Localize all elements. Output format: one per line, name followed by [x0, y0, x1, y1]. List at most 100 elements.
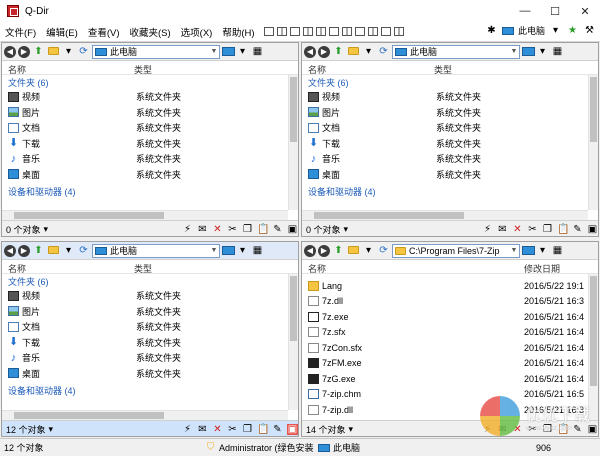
- lightning-icon[interactable]: ⚡: [182, 424, 193, 435]
- column-name[interactable]: 名称: [308, 262, 326, 275]
- address-bar[interactable]: 此电脑 ▼: [92, 243, 220, 258]
- forward-icon[interactable]: ▶: [318, 45, 330, 58]
- new-folder-icon[interactable]: [47, 244, 60, 257]
- copy-icon[interactable]: ❐: [542, 224, 553, 235]
- view-button[interactable]: ▾: [522, 244, 549, 257]
- list-item[interactable]: 图片 系统文件夹: [302, 105, 598, 121]
- list-item[interactable]: 视频 系统文件夹: [302, 89, 598, 105]
- group-header-folders[interactable]: 文件夹 (6): [302, 75, 598, 89]
- pane-menu-icon[interactable]: ▦: [551, 244, 564, 257]
- back-icon[interactable]: ◀: [4, 45, 16, 58]
- group-header-devices[interactable]: 设备和驱动器 (4): [302, 184, 598, 198]
- object-count[interactable]: 12 个对象 ▾: [2, 423, 53, 436]
- list-item[interactable]: 桌面 系统文件夹: [2, 167, 298, 183]
- forward-icon[interactable]: ▶: [18, 244, 30, 257]
- mail-icon[interactable]: ✉: [497, 224, 508, 235]
- forward-icon[interactable]: ▶: [318, 244, 330, 257]
- list-item[interactable]: ♪ 音乐 系统文件夹: [2, 350, 298, 366]
- layout-3f-icon[interactable]: [393, 27, 404, 36]
- up-folder-icon[interactable]: ⬆: [32, 45, 45, 58]
- refresh-icon[interactable]: ⟳: [377, 244, 390, 257]
- menu-file[interactable]: 文件(F): [0, 25, 41, 39]
- address-bar[interactable]: 此电脑 ▼: [92, 44, 220, 59]
- file-row[interactable]: 7z.exe 2016/5/21 16:4: [302, 309, 598, 325]
- list-item[interactable]: 文档 系统文件夹: [2, 319, 298, 335]
- group-header-folders[interactable]: 文件夹 (6): [2, 274, 298, 288]
- address-bar[interactable]: 此电脑 ▼: [392, 44, 520, 59]
- pane-menu-icon[interactable]: ▦: [251, 45, 264, 58]
- cut-icon[interactable]: ✂: [527, 224, 538, 235]
- menu-help[interactable]: 帮助(H): [217, 25, 259, 39]
- group-header-folders[interactable]: 文件夹 (6): [2, 75, 298, 89]
- layout-2-vertical-icon[interactable]: [276, 27, 287, 36]
- file-row[interactable]: 7z.dll 2016/5/21 16:3: [302, 294, 598, 310]
- layout-2-horizontal-icon[interactable]: [289, 27, 300, 36]
- up-folder-icon[interactable]: ⬆: [332, 45, 345, 58]
- list-item[interactable]: 视频 系统文件夹: [2, 288, 298, 304]
- mail-icon[interactable]: ✉: [197, 424, 208, 435]
- file-row[interactable]: 7z.sfx 2016/5/21 16:4: [302, 325, 598, 341]
- delete-icon[interactable]: ✕: [512, 224, 523, 235]
- refresh-icon[interactable]: ⟳: [377, 45, 390, 58]
- cut-icon[interactable]: ✂: [227, 424, 238, 435]
- view-button[interactable]: ▾: [522, 45, 549, 58]
- tools-icon[interactable]: ⚒: [583, 24, 596, 37]
- paste-icon[interactable]: 📋: [557, 224, 569, 235]
- maximize-button[interactable]: ☐: [540, 0, 570, 22]
- view-button[interactable]: ▾: [222, 244, 249, 257]
- edit-icon[interactable]: ✎: [272, 224, 283, 235]
- menu-edit[interactable]: 编辑(E): [41, 25, 83, 39]
- minimize-button[interactable]: —: [510, 0, 540, 22]
- favorite-add-icon[interactable]: ★: [566, 24, 579, 37]
- delete-icon[interactable]: ✕: [212, 224, 223, 235]
- view-mode-icon[interactable]: ▾: [362, 45, 375, 58]
- menu-options[interactable]: 选项(X): [176, 25, 218, 39]
- address-bar[interactable]: C:\Program Files\7-Zip ▼: [392, 243, 520, 258]
- list-item[interactable]: 图片 系统文件夹: [2, 105, 298, 121]
- new-folder-icon[interactable]: [347, 45, 360, 58]
- list-item[interactable]: ♪ 音乐 系统文件夹: [2, 151, 298, 167]
- menu-favorites[interactable]: 收藏夹(S): [124, 25, 175, 39]
- new-folder-icon[interactable]: [47, 45, 60, 58]
- dropdown-arrow-icon[interactable]: ▾: [549, 24, 562, 37]
- vertical-scrollbar[interactable]: [588, 75, 598, 210]
- layout-3d-icon[interactable]: [367, 27, 378, 36]
- lightning-icon[interactable]: ⚡: [182, 224, 193, 235]
- horizontal-scrollbar[interactable]: [302, 210, 588, 220]
- refresh-icon[interactable]: ⟳: [77, 244, 90, 257]
- address-dropdown-icon[interactable]: ▼: [509, 48, 519, 55]
- file-row[interactable]: Lang 2016/5/22 19:1: [302, 278, 598, 294]
- close-button[interactable]: ✕: [570, 0, 600, 22]
- view-mode-icon[interactable]: ▾: [62, 244, 75, 257]
- vertical-scrollbar[interactable]: [288, 274, 298, 410]
- paste-icon[interactable]: 📋: [257, 224, 269, 235]
- copy-icon[interactable]: ❐: [242, 224, 253, 235]
- list-item[interactable]: ♪ 音乐 系统文件夹: [302, 151, 598, 167]
- list-item[interactable]: 桌面 系统文件夹: [2, 366, 298, 382]
- group-header-devices[interactable]: 设备和驱动器 (4): [2, 184, 298, 198]
- forward-icon[interactable]: ▶: [18, 45, 30, 58]
- edit-icon[interactable]: ✎: [272, 424, 283, 435]
- layout-3e-icon[interactable]: [380, 27, 391, 36]
- file-row[interactable]: 7zFM.exe 2016/5/21 16:4: [302, 356, 598, 372]
- list-item[interactable]: 文档 系统文件夹: [302, 120, 598, 136]
- up-folder-icon[interactable]: ⬆: [32, 244, 45, 257]
- paste-icon[interactable]: 📋: [257, 424, 269, 435]
- delete-icon[interactable]: ✕: [212, 424, 223, 435]
- pane-menu-icon[interactable]: ▦: [551, 45, 564, 58]
- horizontal-scrollbar[interactable]: [2, 410, 288, 420]
- object-count[interactable]: 14 个对象 ▾: [302, 423, 353, 436]
- pane-menu-icon[interactable]: ▦: [251, 244, 264, 257]
- back-icon[interactable]: ◀: [4, 244, 16, 257]
- copy-icon[interactable]: ❐: [242, 424, 253, 435]
- back-icon[interactable]: ◀: [304, 244, 316, 257]
- window-icon[interactable]: ▣: [287, 424, 298, 435]
- address-dropdown-icon[interactable]: ▼: [509, 247, 519, 254]
- list-item[interactable]: 文档 系统文件夹: [2, 120, 298, 136]
- file-row[interactable]: 7zG.exe 2016/5/21 16:4: [302, 371, 598, 387]
- list-item[interactable]: 桌面 系统文件夹: [302, 167, 598, 183]
- back-icon[interactable]: ◀: [304, 45, 316, 58]
- list-item[interactable]: ⬇ 下载 系统文件夹: [2, 136, 298, 152]
- layout-grid-icon[interactable]: [328, 27, 339, 36]
- refresh-icon[interactable]: ⟳: [77, 45, 90, 58]
